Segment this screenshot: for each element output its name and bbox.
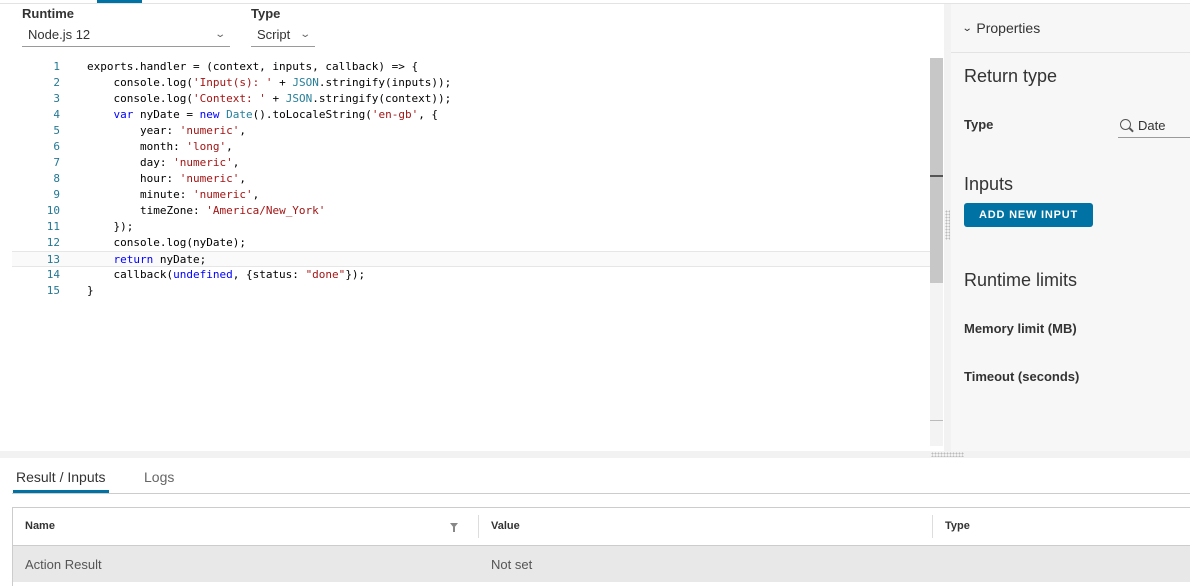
code-line[interactable]: 1 exports.handler = (context, inputs, cal… <box>12 59 930 75</box>
code-line[interactable]: 10 timeZone: 'America/New_York' <box>12 203 930 219</box>
code-line[interactable]: 12 console.log(nyDate); <box>12 235 930 251</box>
tab-result-inputs[interactable]: Result / Inputs <box>13 469 109 493</box>
code-text[interactable]: hour: 'numeric', <box>87 171 246 187</box>
code-text[interactable]: exports.handler = (context, inputs, call… <box>87 59 418 75</box>
code-text[interactable]: return nyDate; <box>87 252 207 268</box>
tab-logs[interactable]: Logs <box>144 469 174 493</box>
editor-scrollbar-thumb[interactable] <box>930 58 943 283</box>
return-type-value: Date <box>1138 118 1166 133</box>
line-number: 10 <box>46 204 60 217</box>
return-type-field[interactable]: Date <box>1118 114 1190 138</box>
inputs-heading: Inputs <box>964 174 1014 194</box>
line-number: 3 <box>53 92 60 105</box>
column-header-value[interactable]: Value <box>479 508 933 545</box>
editor-divider <box>930 420 943 421</box>
runtime-limits-heading: Runtime limits <box>964 270 1078 290</box>
horizontal-splitter-grip-icon[interactable] <box>931 452 964 457</box>
code-text[interactable]: console.log(nyDate); <box>87 235 245 251</box>
line-number: 9 <box>53 188 60 201</box>
return-type-heading: Return type <box>964 66 1058 86</box>
code-line[interactable]: 4 var nyDate = new Date().toLocaleString… <box>12 107 930 123</box>
code-line[interactable]: 8 hour: 'numeric', <box>12 171 930 187</box>
code-text[interactable]: year: 'numeric', <box>87 123 246 139</box>
chevron-down-icon: ⌄ <box>961 22 973 34</box>
runtime-select[interactable]: Node.js 12 ⌄ <box>22 23 230 47</box>
code-line[interactable]: 7 day: 'numeric', <box>12 155 930 171</box>
column-header-name[interactable]: Name <box>13 508 479 545</box>
code-line[interactable]: 2 console.log('Input(s): ' + JSON.string… <box>12 75 930 91</box>
line-number: 7 <box>53 156 60 169</box>
search-icon <box>1120 119 1131 130</box>
code-text[interactable]: timeZone: 'America/New_York' <box>87 203 325 219</box>
code-line[interactable]: 6 month: 'long', <box>12 139 930 155</box>
cell-type <box>933 546 945 583</box>
line-number: 15 <box>46 284 60 297</box>
timeout-label: Timeout (seconds) <box>964 369 1080 384</box>
line-number: 12 <box>46 236 60 249</box>
line-number: 5 <box>53 124 60 137</box>
cell-name: Action Result <box>25 557 102 572</box>
line-number: 11 <box>46 220 60 233</box>
type-field-label: Type <box>964 117 994 132</box>
code-line[interactable]: 9 minute: 'numeric', <box>12 187 930 203</box>
chevron-down-icon: ⌄ <box>298 29 311 40</box>
table-header: Name Value Type <box>13 508 1190 545</box>
code-text[interactable]: } <box>87 283 94 299</box>
code-line[interactable]: 14 callback(undefined, {status: "done"})… <box>12 267 930 283</box>
code-text[interactable]: console.log('Input(s): ' + JSON.stringif… <box>87 75 451 91</box>
line-number: 14 <box>46 268 60 281</box>
cell-value: Not set <box>491 557 533 572</box>
properties-title: Properties <box>976 20 1041 36</box>
filter-icon[interactable] <box>450 523 458 532</box>
line-number: 4 <box>53 108 60 121</box>
code-text[interactable]: day: 'numeric', <box>87 155 239 171</box>
add-new-input-button[interactable]: ADD NEW INPUT <box>964 203 1093 227</box>
horizontal-splitter[interactable] <box>0 451 1190 458</box>
chevron-down-icon: ⌄ <box>213 29 226 40</box>
code-text[interactable]: var nyDate = new Date().toLocaleString('… <box>87 107 439 123</box>
result-table: Name Value Type Action Result Not set <box>12 507 1190 586</box>
column-header-type[interactable]: Type <box>933 508 1190 545</box>
type-value: Script <box>257 27 291 42</box>
memory-limit-label: Memory limit (MB) <box>964 321 1077 336</box>
line-number: 13 <box>46 253 60 266</box>
code-text[interactable]: }); <box>87 219 133 235</box>
code-text[interactable]: month: 'long', <box>87 139 233 155</box>
properties-panel: ⌄ Properties Return type Type Date Input… <box>951 4 1190 451</box>
code-line[interactable]: 15} <box>12 283 930 299</box>
editor-overview-marker <box>930 175 943 177</box>
code-text[interactable]: callback(undefined, {status: "done"}); <box>87 267 365 283</box>
runtime-label: Runtime <box>22 6 74 21</box>
type-label: Type <box>251 6 281 21</box>
table-row[interactable]: Action Result Not set <box>13 545 1190 582</box>
runtime-value: Node.js 12 <box>28 27 91 42</box>
code-line[interactable]: 5 year: 'numeric', <box>12 123 930 139</box>
code-text[interactable]: console.log('Context: ' + JSON.stringify… <box>87 91 451 107</box>
code-line[interactable]: 3 console.log('Context: ' + JSON.stringi… <box>12 91 930 107</box>
properties-header[interactable]: ⌄ Properties <box>951 4 1190 53</box>
line-number: 8 <box>53 172 60 185</box>
code-text[interactable]: minute: 'numeric', <box>87 187 259 203</box>
line-number: 1 <box>53 60 60 73</box>
code-line[interactable]: 13 return nyDate; <box>12 251 930 267</box>
vertical-splitter-grip-icon[interactable] <box>945 210 950 240</box>
line-number: 6 <box>53 140 60 153</box>
line-number: 2 <box>53 76 60 89</box>
tabs-divider <box>12 493 1190 494</box>
code-editor[interactable]: 1 exports.handler = (context, inputs, cal… <box>12 58 943 446</box>
type-select[interactable]: Script ⌄ <box>251 23 315 47</box>
code-line[interactable]: 11 }); <box>12 219 930 235</box>
